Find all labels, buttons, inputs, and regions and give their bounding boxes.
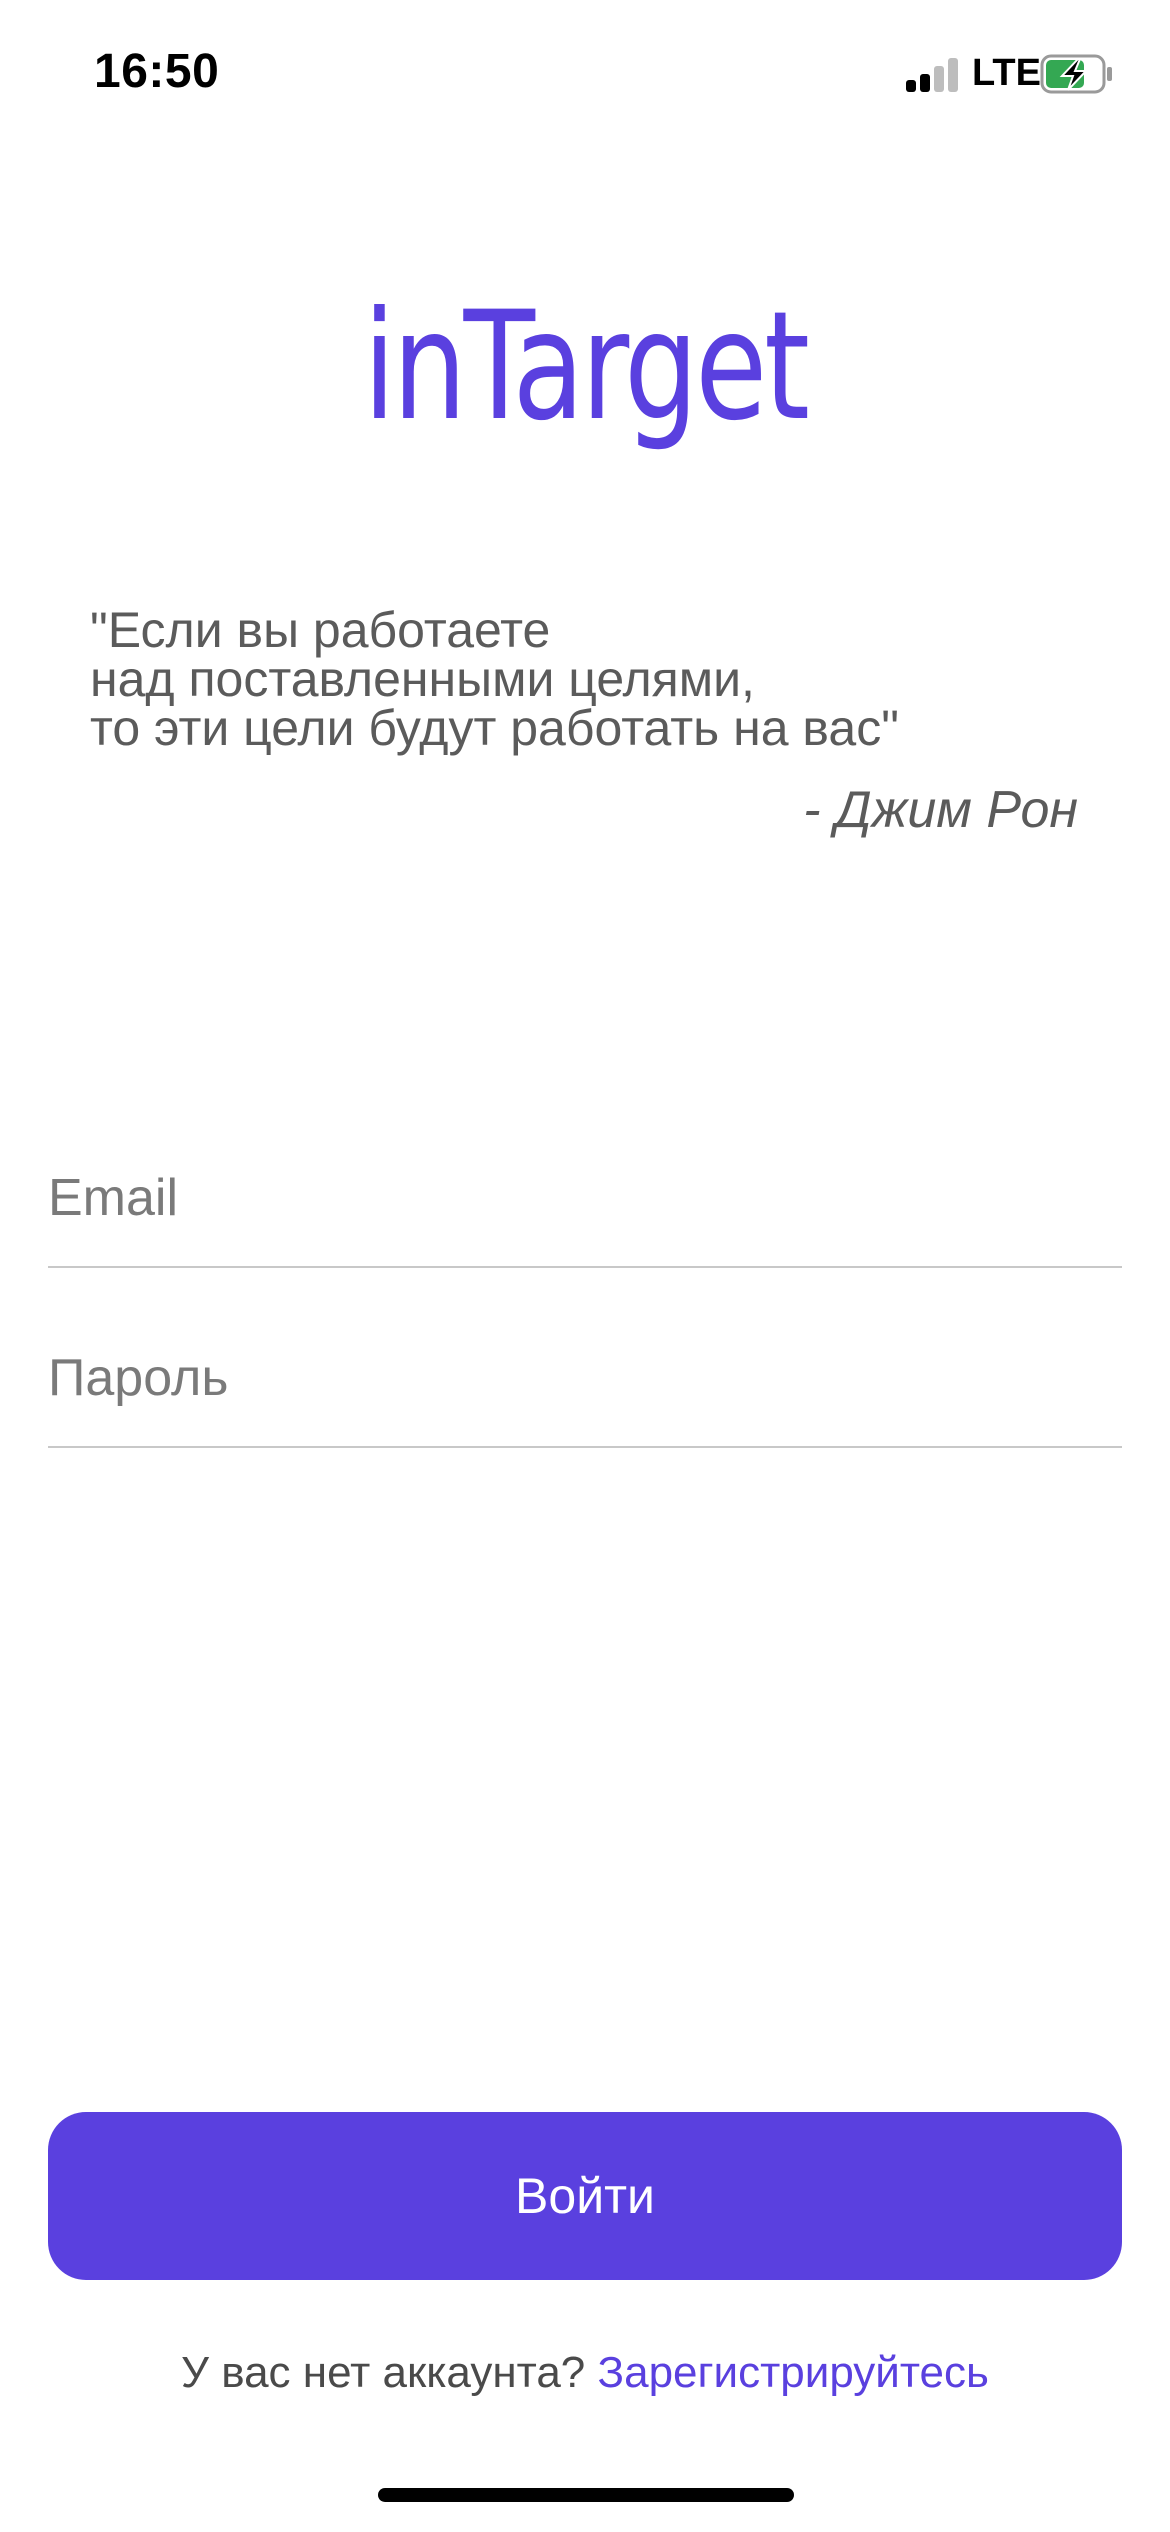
network-type: LTE xyxy=(972,52,1041,94)
email-field[interactable] xyxy=(48,1130,1122,1268)
status-time: 16:50 xyxy=(94,45,220,98)
cellular-signal-icon xyxy=(906,56,962,92)
register-prompt: У вас нет аккаунта? Зарегистрируйтесь xyxy=(0,2348,1170,2398)
battery-charging-icon xyxy=(1040,54,1114,94)
app-logo: inTarget xyxy=(363,280,810,454)
register-prompt-text: У вас нет аккаунта? xyxy=(181,2348,598,2397)
login-button[interactable]: Войти xyxy=(48,2112,1122,2280)
password-field[interactable] xyxy=(48,1310,1122,1448)
motivational-quote: "Если вы работаете над поставленными цел… xyxy=(90,602,899,756)
register-link[interactable]: Зарегистрируйтесь xyxy=(598,2348,989,2397)
status-bar: 16:50 LTE xyxy=(0,0,1170,150)
home-indicator[interactable] xyxy=(378,2488,794,2502)
quote-author: - Джим Рон xyxy=(803,781,1078,839)
